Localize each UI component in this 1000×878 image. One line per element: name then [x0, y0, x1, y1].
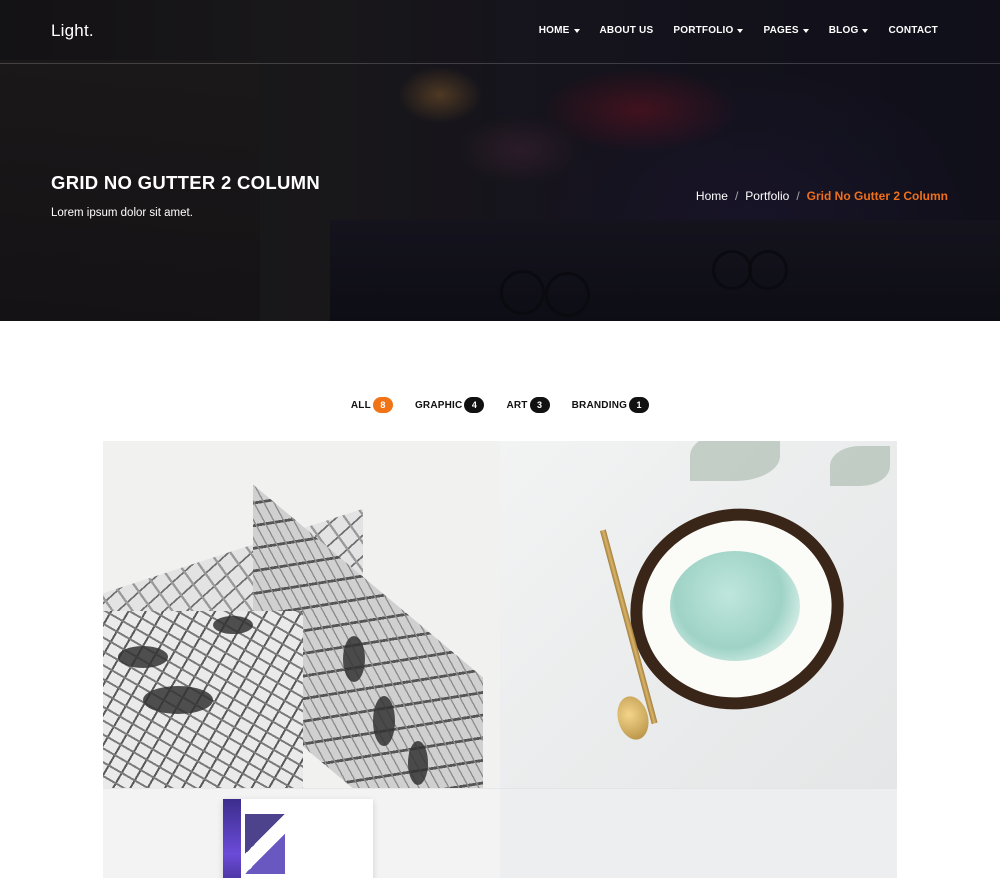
book-art	[245, 814, 285, 874]
nav-item-home[interactable]: HOME	[539, 25, 580, 36]
top-navbar: Light. HOME ABOUT US PORTFOLIO PAGES BLO…	[0, 0, 1000, 64]
breadcrumb-separator: /	[796, 189, 800, 203]
breadcrumb-portfolio-link[interactable]: Portfolio	[745, 189, 789, 203]
mosaic-window	[118, 646, 168, 668]
nav-item-label: HOME	[538, 25, 570, 36]
main-nav: HOME ABOUT US PORTFOLIO PAGES BLOG CONTA…	[519, 25, 938, 36]
filter-label: BRANDING	[571, 399, 628, 411]
filter-count-badge: 3	[529, 397, 550, 413]
portfolio-item-coconut[interactable]	[500, 441, 897, 788]
nav-item-label: ABOUT US	[599, 25, 654, 36]
nav-item-portfolio[interactable]: PORTFOLIO	[673, 25, 744, 36]
filter-label: ART	[506, 399, 528, 411]
chevron-down-icon	[573, 28, 580, 33]
filter-count-badge: 8	[372, 397, 393, 413]
breadcrumb-current: Grid No Gutter 2 Column	[806, 189, 948, 203]
filter-label: ALL	[350, 399, 371, 411]
site-logo[interactable]: Light.	[51, 21, 94, 41]
mosaic-window	[343, 636, 365, 682]
breadcrumb: Home / Portfolio / Grid No Gutter 2 Colu…	[696, 189, 948, 203]
nav-item-label: CONTACT	[888, 25, 938, 36]
page-hero: Light. HOME ABOUT US PORTFOLIO PAGES BLO…	[0, 0, 1000, 321]
leaf-shape	[830, 446, 890, 486]
portfolio-item-grey[interactable]	[500, 788, 897, 878]
filter-count-badge: 1	[629, 397, 650, 413]
filter-art[interactable]: ART 3	[506, 397, 550, 413]
nav-item-label: PAGES	[763, 25, 799, 36]
portfolio-item-book[interactable]	[103, 788, 500, 878]
book-cover	[223, 799, 241, 878]
chevron-down-icon	[862, 28, 869, 33]
mosaic-window	[213, 616, 253, 634]
mosaic-window	[373, 696, 395, 746]
breadcrumb-home-link[interactable]: Home	[696, 189, 728, 203]
mosaic-window	[408, 741, 428, 785]
mosaic-window	[143, 686, 213, 714]
chevron-down-icon	[737, 28, 744, 33]
nav-item-blog[interactable]: BLOG	[829, 25, 869, 36]
portfolio-grid	[103, 441, 897, 878]
portfolio-item-mosaic-building[interactable]	[103, 441, 500, 788]
ice-cream-scoop	[670, 551, 800, 661]
filter-count-badge: 4	[464, 397, 485, 413]
nav-item-label: PORTFOLIO	[673, 25, 734, 36]
filter-graphic[interactable]: GRAPHIC 4	[415, 397, 485, 413]
filter-branding[interactable]: BRANDING 1	[572, 397, 650, 413]
nav-item-pages[interactable]: PAGES	[763, 25, 809, 36]
nav-item-about-us[interactable]: ABOUT US	[600, 25, 654, 36]
chevron-down-icon	[802, 28, 809, 33]
nav-item-label: BLOG	[828, 25, 859, 36]
filter-label: GRAPHIC	[414, 399, 463, 411]
portfolio-filters: ALL 8 GRAPHIC 4 ART 3 BRANDING 1	[0, 397, 1000, 413]
page-subtitle: Lorem ipsum dolor sit amet.	[51, 207, 193, 219]
nav-item-contact[interactable]: CONTACT	[888, 25, 938, 36]
leaf-shape	[690, 441, 780, 481]
page-title: GRID NO GUTTER 2 COLUMN	[51, 172, 320, 193]
filter-all[interactable]: ALL 8	[351, 397, 393, 413]
breadcrumb-separator: /	[734, 189, 739, 203]
